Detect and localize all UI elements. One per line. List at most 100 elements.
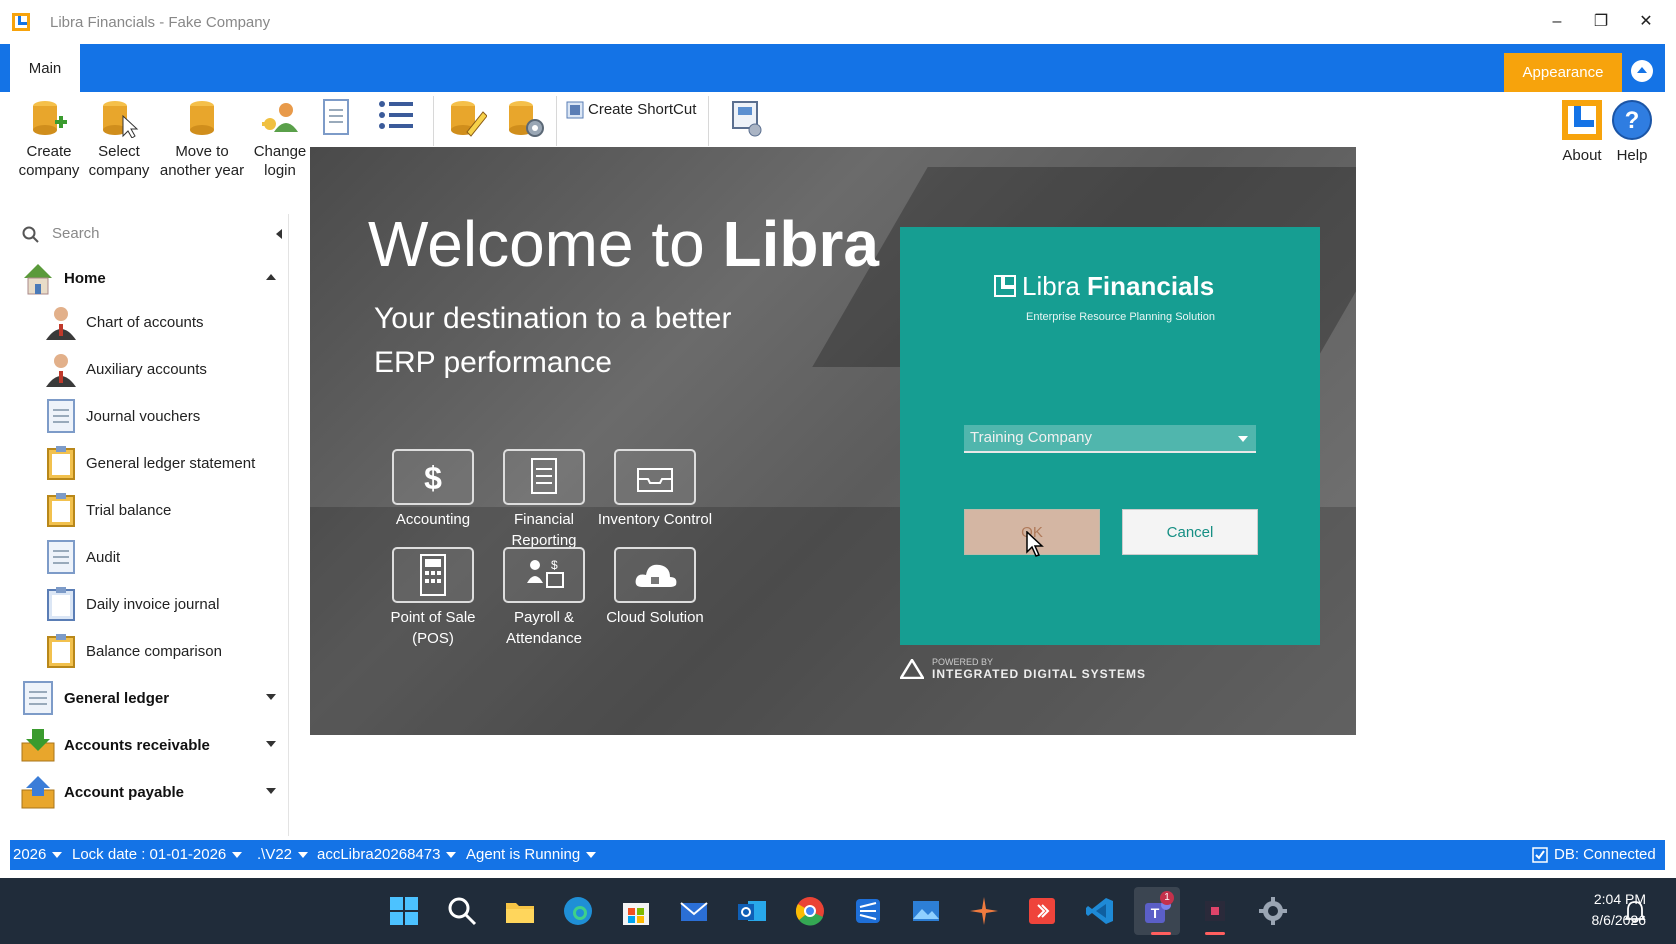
nav-group-account-payable[interactable]: Account payable [20, 770, 288, 814]
svg-text:T: T [1151, 905, 1160, 921]
feature-payroll-attendance: $ Payroll & Attendance [485, 547, 603, 649]
search-input[interactable]: Search [52, 225, 100, 242]
edge-browser-icon[interactable] [562, 895, 594, 927]
sidebar-item-label: Auxiliary accounts [86, 360, 207, 378]
start-menu-icon[interactable] [388, 895, 420, 927]
libra-brand-icon [994, 275, 1016, 297]
feature-label: Payroll & Attendance [506, 609, 582, 647]
powered-by-label: POWERED BY [932, 657, 994, 667]
mail-icon[interactable] [678, 895, 710, 927]
list-view-button[interactable] [376, 98, 416, 136]
database-value: accLibra20268473 [317, 846, 441, 863]
database-icon [190, 101, 214, 135]
search-icon[interactable] [446, 895, 478, 927]
document-button[interactable] [318, 98, 354, 140]
sidebar-item-audit[interactable]: Audit [44, 535, 288, 579]
search-box[interactable]: Search [22, 222, 288, 250]
network-button[interactable] [726, 98, 768, 142]
title-bar: Libra Financials - Fake Company – ❐ ✕ [0, 0, 1676, 44]
chevron-down-icon [232, 852, 243, 859]
sidebar-item-daily-invoice-journal[interactable]: Daily invoice journal [44, 582, 288, 626]
sidebar-item-trial-balance[interactable]: Trial balance [44, 488, 288, 532]
feature-label: Accounting [395, 511, 471, 528]
cancel-button[interactable]: Cancel [1122, 509, 1258, 555]
sidebar-item-label: Balance comparison [86, 642, 222, 660]
move-year-button[interactable]: Move to another year [156, 98, 248, 180]
outlook-icon[interactable] [736, 895, 768, 927]
chrome-icon[interactable] [794, 895, 826, 927]
minimize-button[interactable]: – [1542, 10, 1572, 34]
application-window: Libra Financials - Fake Company – ❐ ✕ Ma… [0, 0, 1676, 878]
nav-group-home[interactable]: Home [20, 256, 288, 300]
company-select[interactable]: Training Company [964, 425, 1256, 453]
inbox-icon [614, 449, 696, 505]
sidebar-item-label: Audit [86, 548, 121, 566]
sidebar-item-journal-vouchers[interactable]: Journal vouchers [44, 394, 288, 438]
active-indicator [1205, 932, 1225, 935]
sidebar-item-label: Daily invoice journal [86, 595, 220, 613]
select-company-label: Select company [88, 143, 150, 179]
sidebar-item-chart-of-accounts[interactable]: Chart of accounts [44, 300, 288, 344]
sidebar-item-label: Journal vouchers [86, 407, 201, 425]
feature-accounting: $ Accounting [374, 449, 492, 530]
about-button[interactable]: About [1556, 98, 1608, 165]
help-button[interactable]: ? Help [1608, 98, 1656, 165]
create-shortcut-button[interactable]: Create ShortCut [566, 100, 702, 119]
feature-label: Point of Sale (POS) [390, 609, 476, 647]
settings-gear-icon[interactable] [1257, 895, 1289, 927]
agent-status-selector[interactable]: Agent is Running [466, 846, 597, 863]
azure-studio-icon[interactable] [852, 895, 884, 927]
vscode-icon[interactable] [1084, 895, 1116, 927]
feature-financial-reporting: Financial Reporting [485, 449, 603, 551]
sidebar: Search Home Chart of accounts Auxiliary … [10, 214, 289, 836]
brand-bold: Financials [1087, 271, 1215, 301]
collapse-ribbon-icon[interactable] [1631, 60, 1653, 82]
create-company-button[interactable]: Create company [14, 98, 84, 180]
year-selector[interactable]: 2026 [13, 846, 63, 863]
feature-point-of-sale: Point of Sale (POS) [374, 547, 492, 649]
change-login-button[interactable]: Change login [248, 98, 312, 180]
sidebar-item-auxiliary-accounts[interactable]: Auxiliary accounts [44, 347, 288, 391]
sidebar-item-label: Trial balance [86, 501, 172, 519]
person-icon [46, 354, 76, 387]
sparkle-app-icon[interactable] [968, 895, 1000, 927]
collapse-sidebar-icon[interactable] [276, 229, 282, 239]
sidebar-item-balance-comparison[interactable]: Balance comparison [44, 629, 288, 673]
file-explorer-icon[interactable] [504, 895, 536, 927]
database-settings-icon [509, 101, 544, 137]
close-button[interactable]: ✕ [1631, 10, 1661, 34]
ribbon-separator [556, 96, 557, 146]
anydesk-icon[interactable] [1026, 895, 1058, 927]
welcome-tagline: Your destination to a better ERP perform… [374, 302, 732, 379]
svg-text:$: $ [424, 460, 442, 496]
libra-app-icon[interactable] [1199, 895, 1231, 927]
nav-group-label: General ledger [64, 689, 170, 707]
move-year-label: Move to another year [159, 143, 245, 179]
inbox-download-icon [21, 729, 55, 762]
restore-button[interactable]: ❐ [1586, 10, 1616, 34]
store-icon[interactable] [620, 895, 652, 927]
powered-by: POWERED BY INTEGRATED DIGITAL SYSTEMS [900, 657, 1180, 681]
database-selector[interactable]: accLibra20268473 [317, 846, 457, 863]
nav-group-general-ledger[interactable]: General ledger [20, 676, 288, 720]
server-value: .\V22 [257, 846, 293, 863]
notification-badge: 1 [1160, 891, 1174, 905]
edit-database-button[interactable] [446, 98, 488, 142]
server-selector[interactable]: .\V22 [257, 846, 309, 863]
create-shortcut-label: Create ShortCut [588, 101, 697, 118]
list-icon [379, 101, 413, 129]
database-settings-button[interactable] [504, 98, 546, 142]
tab-main[interactable]: Main [10, 44, 80, 92]
svg-text:$: $ [551, 558, 558, 572]
nav-group-accounts-receivable[interactable]: Accounts receivable [20, 723, 288, 767]
lock-date-selector[interactable]: Lock date : 01-01-2026 [72, 846, 243, 863]
feature-label: Financial Reporting [511, 511, 577, 549]
notification-bell-icon[interactable] [1624, 900, 1646, 924]
photos-icon[interactable] [910, 895, 942, 927]
select-company-button[interactable]: Select company [84, 98, 154, 180]
chevron-down-icon [266, 694, 276, 700]
mouse-cursor-icon [1026, 531, 1044, 557]
help-icon: ? [1612, 100, 1652, 140]
sidebar-item-general-ledger-statement[interactable]: General ledger statement [44, 441, 288, 485]
appearance-button[interactable]: Appearance [1504, 53, 1622, 92]
